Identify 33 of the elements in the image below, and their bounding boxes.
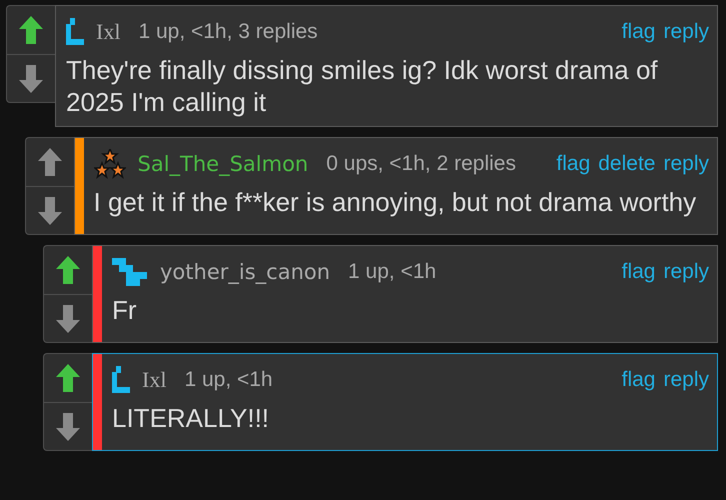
username[interactable]: Ixl [96, 19, 120, 45]
comment-text: Fr [112, 294, 138, 326]
action-link[interactable]: flag [622, 260, 656, 284]
comment-meta: 0 ups, <1h, 2 replies [326, 152, 516, 176]
down-arrow-icon [55, 304, 81, 334]
down-arrow-icon [18, 64, 44, 94]
up-arrow-icon [18, 15, 44, 45]
action-link[interactable]: reply [663, 20, 709, 44]
down-arrow-icon [55, 412, 81, 442]
username[interactable]: yother_is_canon [160, 260, 330, 284]
up-arrow-icon [36, 147, 62, 177]
up-arrow-icon [55, 363, 81, 393]
comment-meta: 1 up, <1h, 3 replies [138, 20, 318, 44]
comment-text: I get it if the f**ker is annoying, but not drama worthy [94, 186, 698, 218]
checker-avatar-icon [112, 258, 148, 286]
username[interactable]: Sal_The_Salmon [138, 152, 308, 176]
action-link[interactable]: reply [663, 260, 709, 284]
username[interactable]: Ixl [142, 367, 166, 393]
up-arrow-icon [55, 255, 81, 285]
comment-text: LITERALLY!!! [112, 402, 270, 434]
comment-meta: 1 up, <1h [348, 260, 436, 284]
down-arrow-icon [36, 196, 62, 226]
action-link[interactable]: flag [622, 368, 656, 392]
action-link[interactable]: reply [663, 368, 709, 392]
comment-meta: 1 up, <1h [184, 368, 273, 392]
action-link[interactable]: flag [556, 152, 590, 176]
comment-text: They're finally dissing smiles ig? Idk worst drama of 2025 I'm calling it [66, 54, 659, 118]
avatar-icon [112, 366, 130, 394]
stars-avatar-icon [94, 149, 126, 179]
action-link[interactable]: delete [598, 152, 656, 176]
action-link[interactable]: flag [622, 20, 656, 44]
avatar-icon [66, 18, 84, 46]
action-link[interactable]: reply [663, 152, 709, 176]
